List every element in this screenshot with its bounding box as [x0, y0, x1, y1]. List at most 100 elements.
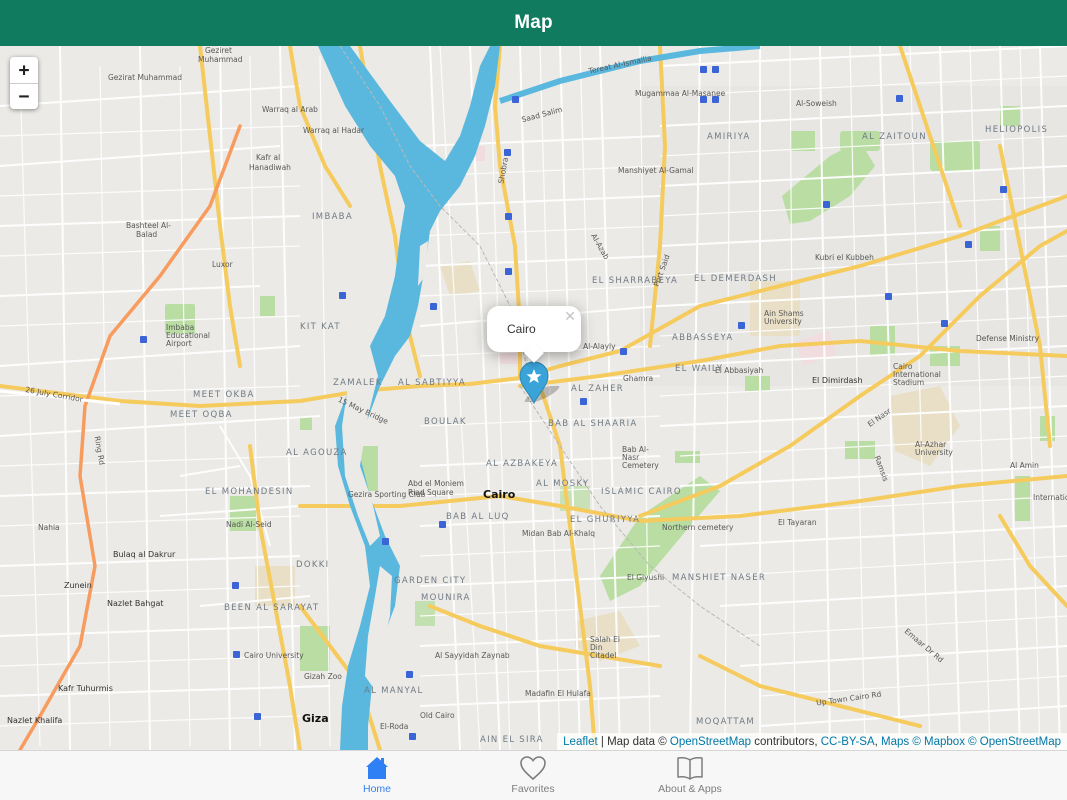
attribution-text: contributors,: [751, 735, 821, 748]
map-label: Muhammad: [198, 55, 243, 64]
city-label: Giza: [302, 712, 329, 725]
map-label: Manshiyet Al-Gamal: [618, 166, 694, 175]
district-label: AL AGOUZA: [286, 448, 348, 458]
map-label: Warraq al Arab: [262, 105, 318, 114]
map-label: Luxor: [212, 260, 233, 269]
map-label: Gizah Zoo: [304, 672, 342, 681]
district-label: MANSHIET NASER: [672, 573, 767, 583]
map-label: Hanadiwah: [249, 163, 291, 172]
map-label: International: [1033, 493, 1067, 502]
map-label: Gezirat Muhammad: [108, 73, 182, 82]
map-label: Nahia: [38, 523, 60, 532]
map-label: Salah El Din Citadel: [590, 635, 620, 660]
map-label: El Abbasiyah: [715, 366, 764, 375]
zoom-out-button[interactable]: −: [10, 83, 38, 109]
map-label: Mugammaa Al-Masanee: [635, 89, 726, 98]
tab-bar: Home Favorites About & Apps: [0, 750, 1067, 800]
district-label: AIN EL SIRA: [480, 735, 544, 745]
page-title: Map: [514, 12, 553, 33]
map-label: Al-Azhar University: [915, 440, 953, 457]
tab-label: Favorites: [511, 783, 555, 795]
district-label: AL SABTIYYA: [398, 378, 466, 388]
map-label: Nazlet Bahgat: [107, 599, 164, 608]
district-label: AL ZAITOUN: [862, 132, 927, 142]
star-marker-icon[interactable]: [518, 360, 550, 404]
map-label: Imbaba Educational Airport: [166, 323, 211, 348]
map-label: Madafin El Hulafa: [525, 689, 591, 698]
tab-about-apps[interactable]: About & Apps: [625, 751, 755, 800]
map-label: Nazlet Khalifa: [7, 716, 63, 725]
tab-home[interactable]: Home: [312, 751, 442, 800]
map-label: El Tayaran: [778, 518, 817, 527]
map-label: Al Amin: [1010, 461, 1039, 470]
mapbox-link[interactable]: Maps © Mapbox © OpenStreetMap: [881, 736, 1061, 748]
marker-popup: Cairo ✕: [487, 306, 581, 363]
district-label: ABBASSEYA: [672, 333, 734, 343]
map-view[interactable]: Gezirat Muhammad Geziret Muhammad Warraq…: [0, 46, 1067, 750]
attribution-text: | Map data ©: [597, 735, 670, 748]
district-label: AMIRIYA: [707, 132, 751, 142]
app-header: Map: [0, 0, 1067, 46]
tab-label: Home: [362, 783, 391, 795]
leaflet-link[interactable]: Leaflet: [563, 736, 598, 748]
district-label: AL MOSKY: [536, 479, 590, 489]
map-label: Warraq al Hadar: [303, 126, 365, 135]
map-label: El Dimirdash: [812, 376, 863, 385]
district-label: DOKKI: [296, 560, 330, 570]
book-icon: [677, 757, 703, 780]
district-label: HELIOPOLIS: [985, 125, 1049, 135]
district-label: ZAMALEK: [333, 378, 383, 388]
popup-close-button[interactable]: ✕: [564, 309, 576, 325]
map-label: Ghamra: [623, 374, 654, 383]
osm-link[interactable]: OpenStreetMap: [670, 736, 751, 748]
map-label: Zunein: [64, 581, 92, 590]
district-label: MOUNIRA: [421, 593, 471, 603]
district-label: GARDEN CITY: [394, 576, 467, 586]
heart-icon: [520, 756, 546, 781]
home-icon: [366, 757, 388, 779]
map-label: Bab Al-Nasr Cemetery: [622, 445, 659, 470]
district-label: AL MANYAL: [364, 686, 424, 696]
popup-text: Cairo: [507, 322, 536, 336]
district-label: EL DEMERDASH: [694, 274, 777, 284]
license-link[interactable]: CC-BY-SA: [821, 736, 875, 748]
map-label: Northern cemetery: [662, 523, 734, 532]
map-label: Cairo University: [244, 651, 304, 660]
district-label: MEET OQBA: [170, 410, 233, 420]
map-label: El Giyushi: [627, 573, 665, 582]
district-label: EL GHURIYYA: [570, 515, 641, 525]
district-label: EL SHARRABEYA: [592, 276, 679, 286]
map-label: Balad: [136, 230, 158, 239]
map-label: Kubri el Kubbeh: [815, 253, 874, 262]
district-label: BEEN AL SARAYAT: [224, 603, 320, 613]
district-label: AL AZBAKEYA: [486, 459, 559, 469]
map-attribution: Leaflet | Map data © OpenStreetMap contr…: [557, 733, 1067, 750]
map-label: Bashteel Al-: [126, 221, 171, 230]
district-label: KIT KAT: [300, 322, 341, 332]
district-label: MEET OKBA: [193, 390, 255, 400]
map-label: Nadi Al-Seid: [226, 520, 272, 529]
tab-favorites[interactable]: Favorites: [468, 751, 598, 800]
map-label: Cairo International Stadium: [893, 362, 941, 387]
map-label: Bulaq al Dakrur: [113, 550, 176, 559]
map-label: Midan Bab Al-Khalq: [522, 529, 595, 538]
map-label: Abd el Moniem Riad Square: [408, 479, 464, 497]
map-label: Old Cairo: [420, 711, 455, 720]
district-label: BAB AL SHAARIA: [548, 419, 638, 429]
zoom-in-button[interactable]: +: [10, 57, 38, 83]
map-label: Al-Alayly: [583, 342, 616, 351]
district-label: BOULAK: [424, 417, 467, 427]
map-label: Ain Shams University: [764, 309, 804, 326]
map-label: Al-Soweish: [796, 99, 837, 108]
zoom-control: + −: [10, 57, 38, 109]
map-label: Kafr al: [256, 153, 281, 162]
map-label: El-Roda: [380, 722, 409, 731]
district-label: BAB AL LUQ: [446, 512, 510, 522]
map-label: Kafr Tuhurmis: [58, 684, 113, 693]
map-label: Al Sayyidah Zaynab: [435, 651, 510, 660]
map-label: Defense Ministry: [976, 334, 1040, 343]
city-label: Cairo: [483, 488, 516, 501]
district-label: ISLAMIC CAIRO: [601, 487, 682, 497]
map-label: Geziret: [205, 46, 232, 55]
district-label: IMBABA: [312, 212, 353, 222]
